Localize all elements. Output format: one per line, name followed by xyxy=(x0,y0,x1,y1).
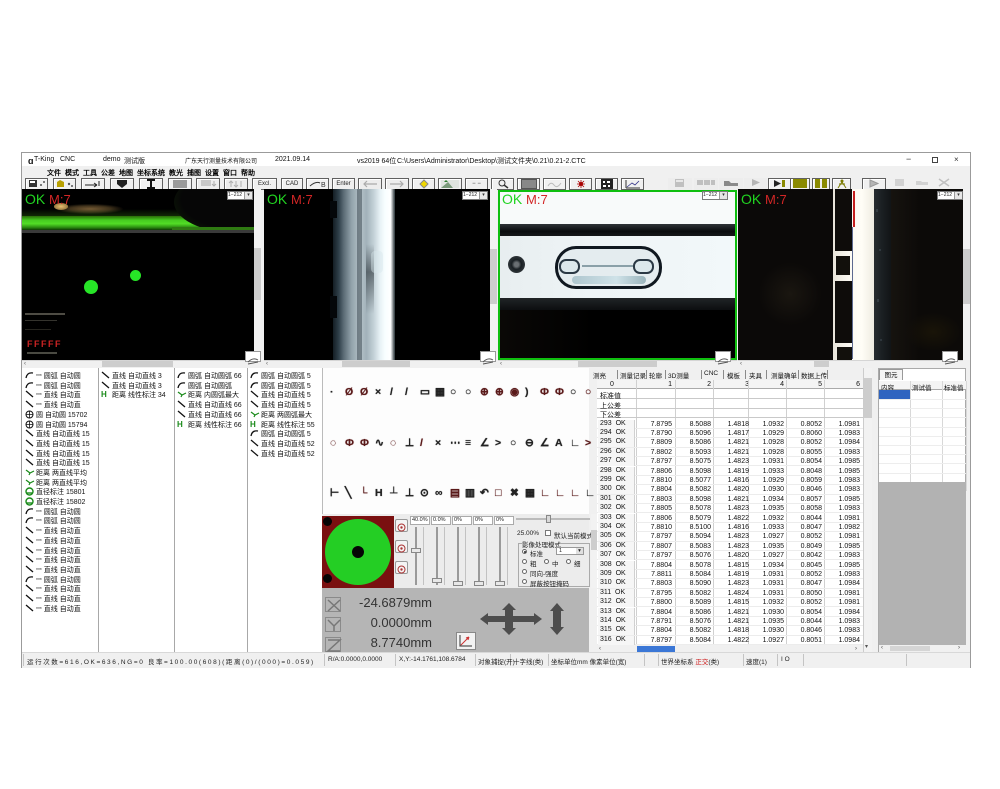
svg-text:B: B xyxy=(321,182,326,188)
